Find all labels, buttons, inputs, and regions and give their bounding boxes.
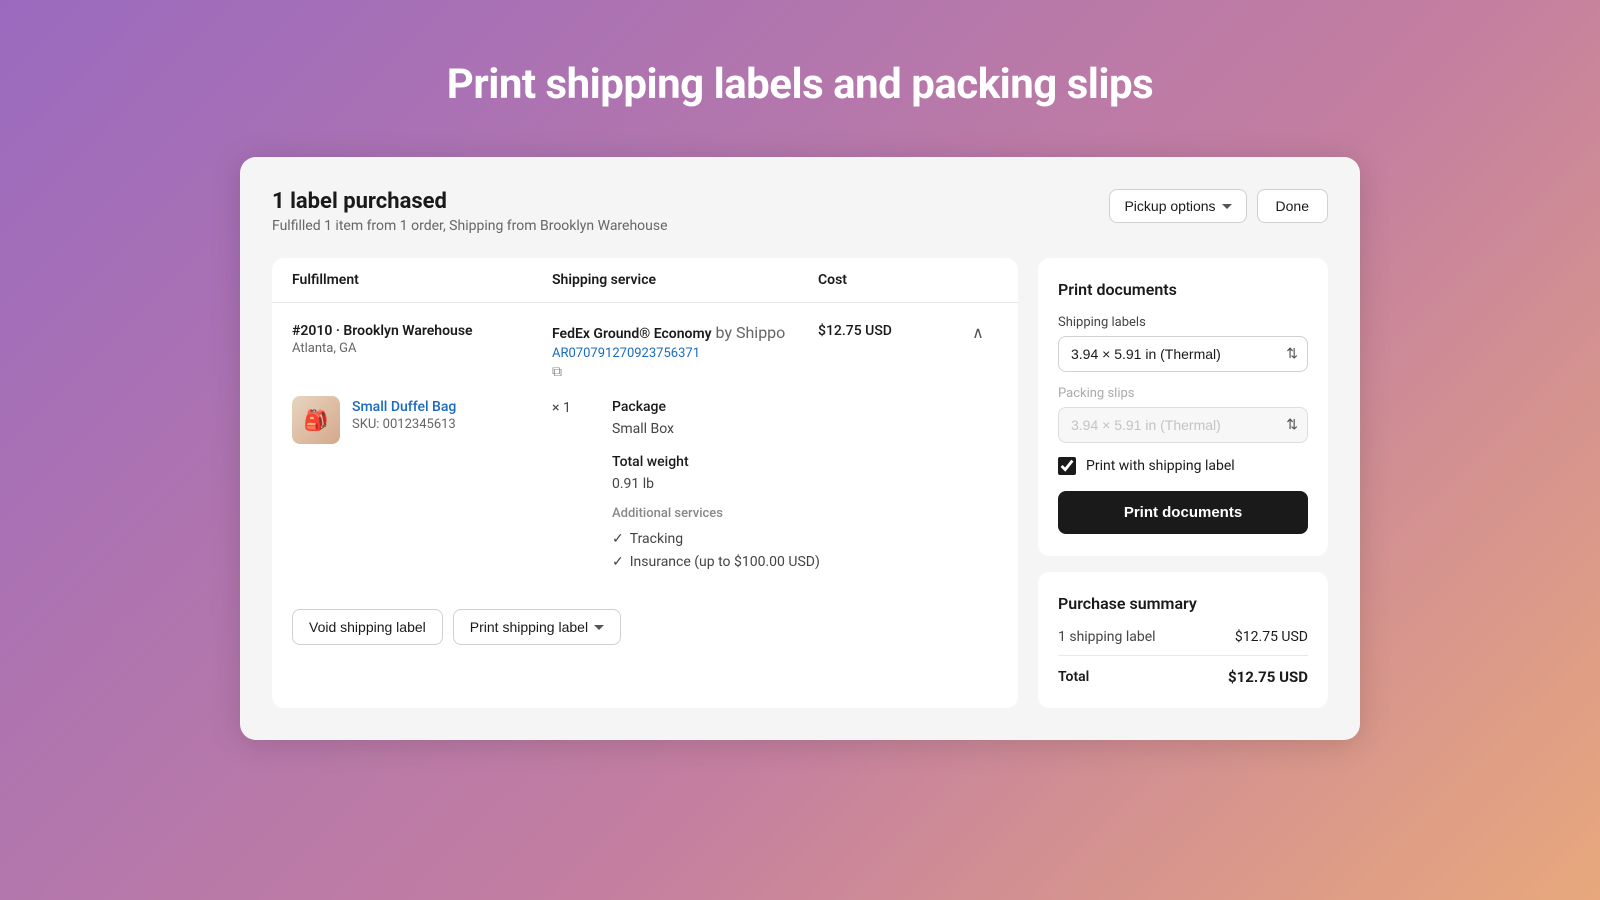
main-card: 1 label purchased Fulfilled 1 item from … — [240, 157, 1360, 740]
fulfillment-location: Atlanta, GA — [292, 341, 552, 356]
summary-total-value: $12.75 USD — [1228, 668, 1308, 686]
table-row: #2010 · Brooklyn Warehouse Atlanta, GA F… — [272, 303, 1018, 669]
card-header-actions: Pickup options Done — [1109, 189, 1328, 223]
page-title: Print shipping labels and packing slips — [447, 60, 1153, 109]
packing-slips-label: Packing slips — [1058, 386, 1308, 401]
fulfillment-info: #2010 · Brooklyn Warehouse Atlanta, GA F… — [292, 323, 998, 380]
labels-purchased-heading: 1 label purchased — [272, 189, 668, 214]
done-button[interactable]: Done — [1257, 189, 1328, 223]
additional-services: Additional services Tracking Insurance (… — [612, 504, 998, 574]
void-shipping-label-button[interactable]: Void shipping label — [292, 609, 443, 645]
purchase-summary-title: Purchase summary — [1058, 594, 1308, 613]
print-panel: Print documents Shipping labels 3.94 × 5… — [1038, 258, 1328, 708]
cost-cell: $12.75 USD — [818, 323, 958, 339]
fulfillment-id-block: #2010 · Brooklyn Warehouse Atlanta, GA — [292, 323, 552, 356]
card-header: 1 label purchased Fulfilled 1 item from … — [272, 189, 1328, 234]
item-name-link[interactable]: Small Duffel Bag — [352, 399, 456, 415]
card-header-left: 1 label purchased Fulfilled 1 item from … — [272, 189, 668, 234]
print-documents-title: Print documents — [1058, 280, 1308, 299]
print-with-label-row: Print with shipping label — [1058, 457, 1308, 475]
chevron-down-icon — [1222, 204, 1232, 209]
summary-row-label: 1 shipping label $12.75 USD — [1058, 629, 1308, 645]
service-tracking: Tracking — [612, 528, 998, 550]
shipping-details: Package Small Box Total weight 0.91 lb A… — [612, 396, 998, 573]
shipping-labels-label: Shipping labels — [1058, 315, 1308, 330]
fulfillment-panel: Fulfillment Shipping service Cost #2010 … — [272, 258, 1018, 708]
card-body: Fulfillment Shipping service Cost #2010 … — [272, 258, 1328, 708]
weight-info: Total weight 0.91 lb — [612, 451, 998, 496]
summary-total-row: Total $12.75 USD — [1058, 655, 1308, 686]
shipping-labels-select-wrapper: 3.94 × 5.91 in (Thermal) ⇅ — [1058, 336, 1308, 372]
tracking-row: AR070791270923756371 ⧉ — [552, 346, 818, 380]
print-shipping-label-button[interactable]: Print shipping label — [453, 609, 621, 645]
col-shipping-service: Shipping service — [552, 272, 818, 288]
collapse-icon[interactable]: ∧ — [958, 323, 998, 342]
item-sku: SKU: 0012345613 — [352, 417, 456, 432]
summary-item-label: 1 shipping label — [1058, 629, 1156, 645]
item-qty: × 1 — [552, 396, 612, 416]
item-row: 🎒 Small Duffel Bag SKU: 0012345613 × 1 P… — [292, 396, 998, 573]
col-cost: Cost — [818, 272, 958, 288]
tracking-link[interactable]: AR070791270923756371 — [552, 346, 818, 361]
table-header: Fulfillment Shipping service Cost — [272, 258, 1018, 303]
pickup-options-button[interactable]: Pickup options — [1109, 189, 1246, 223]
item-info: 🎒 Small Duffel Bag SKU: 0012345613 — [292, 396, 552, 573]
print-documents-card: Print documents Shipping labels 3.94 × 5… — [1038, 258, 1328, 556]
col-action — [958, 272, 998, 288]
service-insurance: Insurance (up to $100.00 USD) — [612, 551, 998, 573]
action-buttons: Void shipping label Print shipping label — [292, 593, 998, 645]
col-fulfillment: Fulfillment — [292, 272, 552, 288]
print-label-chevron-icon — [594, 625, 604, 630]
package-info: Package Small Box — [612, 396, 998, 441]
item-details-block: Small Duffel Bag SKU: 0012345613 — [352, 396, 456, 432]
shipping-service-block: FedEx Ground® Economy by Shippo AR070791… — [552, 323, 818, 380]
packing-slips-select-wrapper: 3.94 × 5.91 in (Thermal) ⇅ — [1058, 407, 1308, 443]
summary-item-value: $12.75 USD — [1235, 629, 1308, 645]
shipping-service-name: FedEx Ground® Economy by Shippo — [552, 323, 818, 342]
summary-total-label: Total — [1058, 669, 1089, 685]
purchase-summary-card: Purchase summary 1 shipping label $12.75… — [1038, 572, 1328, 708]
item-thumbnail: 🎒 — [292, 396, 340, 444]
print-with-label-checkbox[interactable] — [1058, 457, 1076, 475]
pickup-options-label: Pickup options — [1124, 198, 1215, 214]
item-shipment-details: × 1 Package Small Box Total weight 0.91 … — [552, 396, 998, 573]
packing-slips-select[interactable]: 3.94 × 5.91 in (Thermal) — [1058, 407, 1308, 443]
fulfillment-id: #2010 · Brooklyn Warehouse — [292, 323, 552, 339]
print-with-label-text: Print with shipping label — [1086, 458, 1235, 474]
fulfillment-subtitle: Fulfilled 1 item from 1 order, Shipping … — [272, 218, 668, 234]
shipping-labels-select[interactable]: 3.94 × 5.91 in (Thermal) — [1058, 336, 1308, 372]
copy-icon[interactable]: ⧉ — [552, 364, 562, 380]
print-documents-button[interactable]: Print documents — [1058, 491, 1308, 534]
